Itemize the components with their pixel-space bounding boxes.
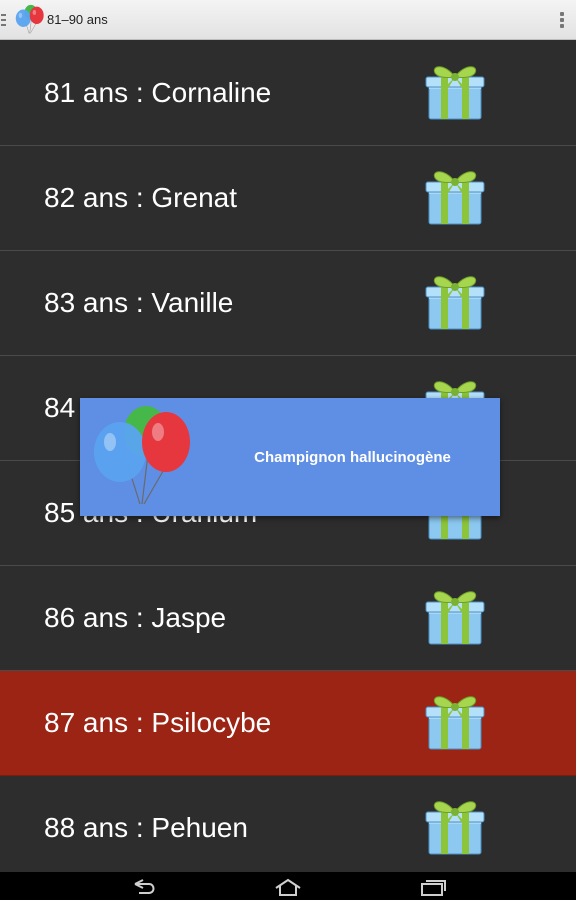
balloons-icon[interactable]: [14, 3, 46, 37]
gift-icon[interactable]: [423, 689, 487, 751]
list-item[interactable]: 82 ans : Grenat: [0, 146, 576, 251]
gift-icon[interactable]: [423, 584, 487, 646]
gift-icon[interactable]: [423, 59, 487, 121]
list-item[interactable]: 83 ans : Vanille: [0, 251, 576, 356]
toast-popup: Champignon hallucinogène: [80, 398, 500, 516]
menu-drawer-icon[interactable]: [0, 0, 12, 40]
home-icon[interactable]: [273, 878, 303, 896]
recent-apps-icon[interactable]: [418, 878, 448, 896]
list-item-label: 86 ans : Jaspe: [44, 602, 227, 633]
gift-icon[interactable]: [423, 269, 487, 331]
list-item[interactable]: 86 ans : Jaspe: [0, 566, 576, 671]
action-bar: 81–90 ans: [0, 0, 576, 40]
list-item[interactable]: 88 ans : Pehuen: [0, 776, 576, 881]
gift-icon[interactable]: [423, 794, 487, 856]
overflow-menu-icon[interactable]: [560, 12, 564, 28]
list-item-selected[interactable]: 87 ans : Psilocybe: [0, 671, 576, 776]
list-item-label: 87 ans : Psilocybe: [44, 707, 272, 738]
back-icon[interactable]: [129, 878, 159, 896]
balloons-icon: [88, 404, 198, 512]
list-item-label: 82 ans : Grenat: [44, 182, 238, 213]
list-item-label: 83 ans : Vanille: [44, 287, 234, 318]
navigation-bar: [0, 872, 576, 900]
page-title: 81–90 ans: [47, 12, 108, 27]
list-item-label: 81 ans : Cornaline: [44, 77, 272, 108]
toast-message: Champignon hallucinogène: [254, 448, 451, 466]
gift-icon[interactable]: [423, 164, 487, 226]
list-item-label: 88 ans : Pehuen: [44, 812, 248, 843]
list-item[interactable]: 81 ans : Cornaline: [0, 41, 576, 146]
